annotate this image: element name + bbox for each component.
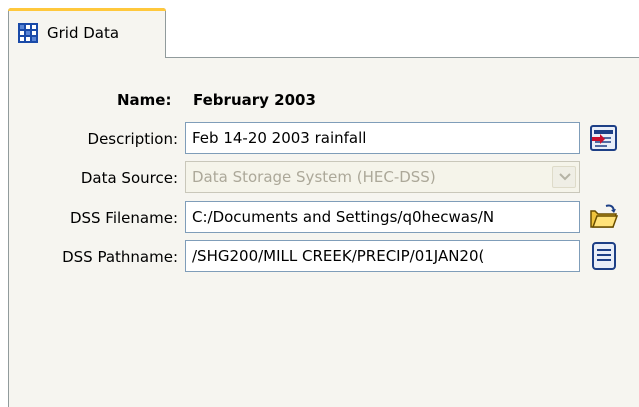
dss-filename-label: DSS Filename: <box>69 209 178 227</box>
dss-filename-value: C:/Documents and Settings/q0hecwas/N <box>192 208 495 226</box>
data-source-select[interactable]: Data Storage System (HEC-DSS) <box>185 161 580 193</box>
dss-pathname-value: /SHG200/MILL CREEK/PRECIP/01JAN20( <box>192 247 485 265</box>
open-folder-icon[interactable] <box>589 202 619 232</box>
chevron-down-icon[interactable] <box>552 166 576 188</box>
tab-label: Grid Data <box>47 24 120 42</box>
dss-pathname-field[interactable]: /SHG200/MILL CREEK/PRECIP/01JAN20( <box>185 240 580 272</box>
data-source-label: Data Source: <box>80 169 178 187</box>
data-source-value: Data Storage System (HEC-DSS) <box>192 168 436 186</box>
description-value: Feb 14-20 2003 rainfall <box>192 129 367 147</box>
component-editor: Grid Data Name: February 2003 Descriptio… <box>0 0 639 407</box>
dss-filename-field[interactable]: C:/Documents and Settings/q0hecwas/N <box>185 201 580 233</box>
grid-icon <box>18 23 38 43</box>
dss-pathname-label: DSS Pathname: <box>62 248 178 266</box>
select-pathname-icon[interactable] <box>589 241 619 271</box>
edit-description-icon[interactable] <box>589 123 619 153</box>
tab-grid-data[interactable]: Grid Data <box>8 8 166 58</box>
description-field[interactable]: Feb 14-20 2003 rainfall <box>185 122 580 154</box>
description-label: Description: <box>87 130 178 148</box>
name-value: February 2003 <box>193 91 316 109</box>
name-label: Name: <box>117 91 172 109</box>
